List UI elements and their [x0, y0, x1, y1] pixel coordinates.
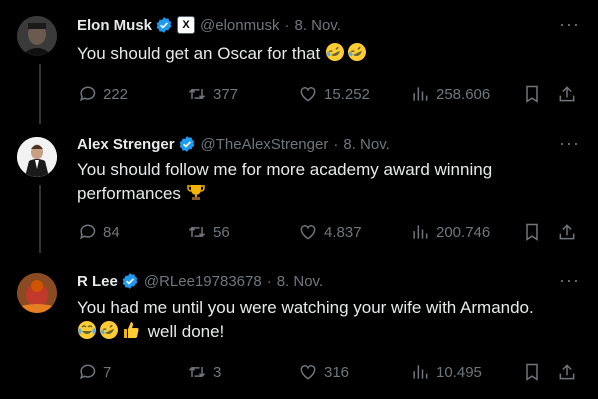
- tweet-text: You should get an Oscar for that: [77, 42, 582, 66]
- repost-icon: [188, 366, 206, 378]
- share-icon: [559, 224, 575, 240]
- avatar[interactable]: [17, 16, 57, 56]
- heart-icon: [300, 225, 316, 240]
- reply-icon: [80, 364, 96, 380]
- view-count: 258.606: [436, 85, 491, 103]
- bookmark-button[interactable]: [522, 220, 542, 244]
- bookmark-button[interactable]: [522, 82, 542, 106]
- tweet[interactable]: R Lee @RLee19783678 · 8. Nov. ··· You ha…: [0, 254, 598, 399]
- share-icon: [559, 364, 575, 380]
- tweet-text-content: You should get an Oscar for that: [77, 44, 321, 63]
- action-bar: 84 56 4.837 200.746: [77, 220, 584, 244]
- bookmark-icon: [526, 85, 538, 103]
- tweet[interactable]: Elon Musk X @elonmusk · 8. Nov. ··· You …: [0, 0, 598, 124]
- display-name[interactable]: Elon Musk: [77, 17, 152, 34]
- avatar-image: [17, 273, 57, 313]
- like-count: 15.252: [324, 85, 370, 103]
- more-options-icon[interactable]: ···: [559, 14, 580, 35]
- share-button[interactable]: [557, 360, 577, 384]
- repost-count: 56: [213, 223, 230, 241]
- timestamp[interactable]: 8. Nov.: [294, 17, 340, 34]
- rolling-on-floor-laughing-emoji: [100, 321, 118, 339]
- tears-of-joy-emoji: [78, 321, 96, 339]
- tweet-header: R Lee @RLee19783678 · 8. Nov.: [77, 272, 323, 290]
- share-icon: [559, 86, 575, 102]
- share-button[interactable]: [557, 82, 577, 106]
- bookmark-icon: [526, 363, 538, 381]
- tweet-header: Elon Musk X @elonmusk · 8. Nov.: [77, 16, 341, 34]
- display-name[interactable]: R Lee: [77, 273, 118, 290]
- heart-icon: [300, 365, 316, 380]
- verified-badge-icon[interactable]: [121, 272, 139, 290]
- verified-badge-icon[interactable]: [178, 135, 196, 153]
- avatar[interactable]: [17, 273, 57, 313]
- bookmark-button[interactable]: [522, 360, 542, 384]
- heart-icon: [300, 87, 316, 102]
- tweet-text-content: You should follow me for more academy aw…: [77, 160, 493, 203]
- views-button[interactable]: 10.495: [410, 360, 482, 384]
- view-count: 10.495: [436, 363, 482, 381]
- like-count: 316: [324, 363, 350, 381]
- reply-button[interactable]: 222: [77, 82, 128, 106]
- like-button[interactable]: 4.837: [298, 220, 362, 244]
- action-bar: 222 377 15.252 258.606: [77, 82, 584, 106]
- repost-count: 377: [213, 85, 239, 103]
- tweet-text-line: You had me until you were watching your …: [77, 298, 534, 317]
- views-button[interactable]: 258.606: [410, 82, 490, 106]
- timestamp[interactable]: 8. Nov.: [343, 136, 389, 153]
- more-options-icon[interactable]: ···: [559, 133, 580, 154]
- verified-badge-icon[interactable]: [155, 16, 173, 34]
- separator: ·: [284, 16, 290, 34]
- separator: ·: [333, 135, 339, 153]
- tweet[interactable]: Alex Strenger @TheAlexStrenger · 8. Nov.…: [0, 124, 598, 254]
- affiliate-badge-icon[interactable]: X: [177, 16, 196, 34]
- more-options-icon[interactable]: ···: [559, 270, 580, 291]
- tweet-text: You had me until you were watching your …: [77, 296, 582, 344]
- reply-count: 84: [103, 223, 120, 241]
- reply-button[interactable]: 84: [77, 220, 120, 244]
- tweet-text-line: well done!: [77, 320, 582, 344]
- rolling-on-floor-laughing-emoji: [347, 43, 366, 61]
- view-count: 200.746: [436, 223, 491, 241]
- repost-icon: [188, 226, 206, 238]
- avatar-image: [17, 16, 57, 56]
- repost-button[interactable]: 3: [187, 360, 221, 384]
- avatar[interactable]: [17, 137, 57, 177]
- reply-icon: [80, 86, 96, 102]
- handle[interactable]: @TheAlexStrenger: [201, 136, 329, 153]
- handle[interactable]: @RLee19783678: [144, 273, 262, 290]
- share-button[interactable]: [557, 220, 577, 244]
- tweet-header: Alex Strenger @TheAlexStrenger · 8. Nov.: [77, 135, 390, 153]
- tweet-text-content: well done!: [147, 322, 225, 341]
- repost-icon: [188, 88, 206, 100]
- reply-icon: [80, 224, 96, 240]
- avatar-image: [17, 137, 57, 177]
- display-name[interactable]: Alex Strenger: [77, 136, 175, 153]
- views-icon: [413, 365, 428, 379]
- repost-button[interactable]: 377: [187, 82, 238, 106]
- like-count: 4.837: [324, 223, 362, 241]
- repost-button[interactable]: 56: [187, 220, 230, 244]
- trophy-emoji: [186, 185, 205, 200]
- reply-count: 7: [103, 363, 112, 381]
- bookmark-icon: [526, 223, 538, 241]
- views-icon: [413, 225, 428, 239]
- timestamp[interactable]: 8. Nov.: [277, 273, 323, 290]
- reply-count: 222: [103, 85, 129, 103]
- like-button[interactable]: 15.252: [298, 82, 370, 106]
- views-icon: [413, 87, 428, 101]
- action-bar: 7 3 316 10.495: [77, 360, 584, 384]
- views-button[interactable]: 200.746: [410, 220, 490, 244]
- reply-button[interactable]: 7: [77, 360, 111, 384]
- handle[interactable]: @elonmusk: [200, 17, 279, 34]
- like-button[interactable]: 316: [298, 360, 349, 384]
- repost-count: 3: [213, 363, 222, 381]
- thumbs-up-emoji: [124, 322, 139, 338]
- rolling-on-floor-laughing-emoji: [325, 43, 344, 61]
- separator: ·: [266, 272, 272, 290]
- tweet-text: You should follow me for more academy aw…: [77, 158, 547, 206]
